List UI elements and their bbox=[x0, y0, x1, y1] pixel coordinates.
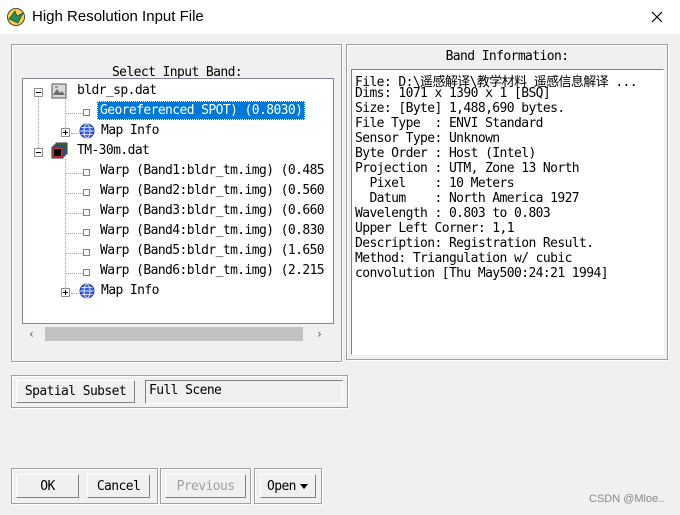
image-file-icon bbox=[51, 83, 67, 99]
tree-connector bbox=[65, 193, 83, 194]
band-leaf-marker bbox=[83, 209, 90, 216]
dialog-body: Select Input Band: bldr_sp.dat Georefere… bbox=[0, 34, 680, 515]
tree-item-file[interactable]: bldr_sp.dat bbox=[74, 81, 160, 100]
title-bar: High Resolution Input File bbox=[0, 0, 680, 34]
band-leaf-marker bbox=[83, 269, 90, 276]
scroll-left-icon[interactable]: ‹ bbox=[29, 327, 34, 341]
globe-icon bbox=[79, 283, 95, 299]
info-line: Datum : North America 1927 bbox=[355, 191, 580, 206]
dropdown-arrow-icon bbox=[299, 483, 308, 489]
scroll-right-icon[interactable]: › bbox=[317, 327, 322, 341]
previous-button[interactable]: Previous bbox=[165, 474, 246, 498]
tree-item-band-selected[interactable]: Georeferenced SPOT) (0.8030) bbox=[97, 101, 306, 120]
tree-connector bbox=[65, 253, 83, 254]
info-line: Dims: 1071 x 1390 x 1 [BSQ] bbox=[355, 86, 551, 101]
info-line: File Type : ENVI Standard bbox=[355, 116, 544, 131]
info-line: convolution [Thu May500:24:21 1994] bbox=[355, 266, 609, 281]
info-line: Description: Registration Result. bbox=[355, 236, 594, 251]
expand-toggle[interactable] bbox=[61, 288, 70, 297]
band-info-label: Band Information: bbox=[445, 49, 569, 64]
spatial-subset-button[interactable]: Spatial Subset bbox=[16, 380, 135, 403]
multiband-file-icon bbox=[51, 142, 68, 159]
band-leaf-marker bbox=[83, 169, 90, 176]
tree-horizontal-scrollbar[interactable]: ‹ › bbox=[23, 324, 333, 344]
info-line: Method: Triangulation w/ cubic bbox=[355, 251, 572, 266]
tree-connector bbox=[65, 213, 83, 214]
band-leaf-marker bbox=[83, 189, 90, 196]
tree-connector bbox=[38, 92, 39, 150]
tree-connector bbox=[65, 113, 83, 114]
band-info-text: File: D:\遥感解译\教学材料 遥感信息解译 ... Dims: 1071… bbox=[351, 69, 664, 355]
close-icon bbox=[651, 11, 663, 23]
band-leaf-marker bbox=[83, 109, 90, 116]
info-line: Pixel : 10 Meters bbox=[355, 176, 514, 191]
tree-connector bbox=[65, 273, 83, 274]
envi-app-icon bbox=[7, 8, 25, 26]
ok-button[interactable]: OK bbox=[16, 474, 79, 498]
tree-item-map-info[interactable]: Map Info bbox=[98, 121, 162, 140]
watermark: CSDN @Mloe.. bbox=[589, 493, 665, 505]
collapse-toggle[interactable] bbox=[34, 148, 43, 157]
cancel-button[interactable]: Cancel bbox=[87, 474, 150, 498]
band-tree[interactable]: bldr_sp.dat Georeferenced SPOT) (0.8030)… bbox=[22, 78, 334, 324]
globe-icon bbox=[79, 123, 95, 139]
collapse-toggle[interactable] bbox=[34, 88, 43, 97]
info-line: Upper Left Corner: 1,1 bbox=[355, 221, 515, 236]
tree-item-band[interactable]: Warp (Band2:bldr_tm.img) (0.560 bbox=[97, 181, 327, 200]
band-leaf-marker bbox=[83, 229, 90, 236]
info-line: Projection : UTM, Zone 13 North bbox=[355, 161, 580, 176]
tree-item-band[interactable]: Warp (Band3:bldr_tm.img) (0.660 bbox=[97, 201, 327, 220]
open-button-label: Open bbox=[267, 478, 297, 494]
close-button[interactable] bbox=[634, 0, 680, 34]
expand-toggle[interactable] bbox=[61, 128, 70, 137]
tree-item-file[interactable]: TM-30m.dat bbox=[74, 141, 152, 160]
tree-item-band[interactable]: Warp (Band5:bldr_tm.img) (1.650 bbox=[97, 241, 327, 260]
band-info-panel: Band Information: File: D:\遥感解译\教学材料 遥感信… bbox=[346, 44, 668, 360]
tree-item-map-info[interactable]: Map Info bbox=[98, 281, 162, 300]
tree-connector bbox=[65, 159, 66, 296]
info-line: Wavelength : 0.803 to 0.803 bbox=[355, 206, 551, 221]
open-menu-button[interactable]: Open bbox=[260, 474, 316, 498]
info-line: Byte Order : Host (Intel) bbox=[355, 146, 536, 161]
info-line: Sensor Type: Unknown bbox=[355, 131, 500, 146]
info-line: Size: [Byte] 1,488,690 bytes. bbox=[355, 101, 565, 116]
tree-item-band[interactable]: Warp (Band4:bldr_tm.img) (0.830 bbox=[97, 221, 327, 240]
tree-item-band[interactable]: Warp (Band6:bldr_tm.img) (2.215 bbox=[97, 261, 327, 280]
scrollbar-thumb[interactable] bbox=[45, 327, 303, 341]
band-leaf-marker bbox=[83, 249, 90, 256]
tree-connector bbox=[65, 173, 83, 174]
window-title: High Resolution Input File bbox=[32, 8, 204, 25]
tree-connector bbox=[65, 233, 83, 234]
tree-item-band[interactable]: Warp (Band1:bldr_tm.img) (0.485 bbox=[97, 161, 327, 180]
spatial-subset-value: Full Scene bbox=[145, 380, 343, 404]
